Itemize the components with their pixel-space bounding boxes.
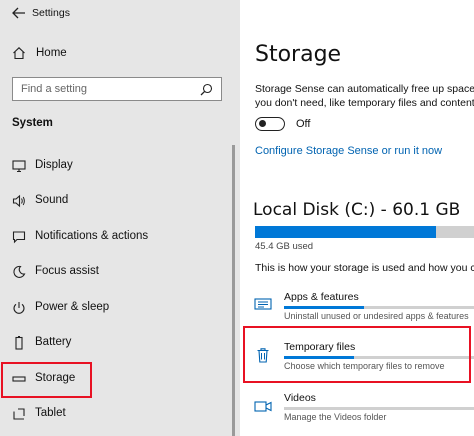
sidebar-item-label: Display bbox=[35, 159, 73, 171]
storage-sense-description: Storage Sense can automatically free up … bbox=[255, 82, 474, 110]
back-button[interactable] bbox=[10, 5, 28, 21]
section-title: System bbox=[12, 117, 53, 129]
sidebar-item-notifications[interactable]: Notifications & actions bbox=[0, 221, 232, 253]
search-box[interactable] bbox=[12, 77, 222, 101]
display-icon bbox=[12, 160, 26, 173]
category-usage-bar bbox=[284, 407, 474, 410]
search-icon[interactable] bbox=[200, 83, 213, 96]
sidebar-item-label: Sound bbox=[35, 194, 69, 206]
sidebar-item-label: Battery bbox=[35, 336, 72, 348]
focus-assist-icon bbox=[13, 265, 26, 278]
disk-usage-bar bbox=[255, 226, 474, 238]
category-usage-fill bbox=[284, 306, 364, 309]
storage-sense-toggle[interactable] bbox=[255, 117, 285, 131]
apps-features-icon bbox=[254, 298, 272, 310]
videos-icon bbox=[254, 401, 272, 412]
category-sublabel: Uninstall unused or undesired apps & fea… bbox=[284, 311, 469, 321]
toggle-state-label: Off bbox=[296, 118, 311, 130]
sidebar-item-sound[interactable]: Sound bbox=[0, 185, 232, 217]
disk-usage-fill bbox=[255, 226, 437, 238]
sound-icon bbox=[12, 194, 25, 208]
power-icon bbox=[13, 302, 25, 314]
sidebar-item-label: Notifications & actions bbox=[35, 230, 149, 242]
title-bar: Settings bbox=[0, 0, 240, 28]
sidebar-item-label: Tablet bbox=[35, 407, 66, 419]
home-nav-item[interactable]: Home bbox=[0, 40, 240, 68]
sidebar-scrollbar[interactable] bbox=[232, 145, 235, 436]
sidebar-item-label: Focus assist bbox=[35, 265, 99, 277]
category-label: Videos bbox=[284, 392, 316, 404]
home-icon bbox=[13, 47, 25, 60]
sidebar-item-tablet[interactable]: Tablet bbox=[0, 398, 232, 430]
sidebar-item-power-sleep[interactable]: Power & sleep bbox=[0, 292, 232, 324]
configure-storage-sense-link[interactable]: Configure Storage Sense or run it now bbox=[255, 145, 442, 157]
category-videos[interactable]: Videos Manage the Videos folder bbox=[240, 388, 474, 432]
toggle-knob bbox=[259, 120, 266, 127]
description-line: Storage Sense can automatically free up … bbox=[255, 83, 474, 95]
category-sublabel: Manage the Videos folder bbox=[284, 412, 387, 422]
category-apps-features[interactable]: Apps & features Uninstall unused or unde… bbox=[240, 287, 474, 331]
disk-used-label: 45.4 GB used bbox=[255, 241, 314, 252]
search-input[interactable] bbox=[13, 78, 193, 100]
sidebar-item-battery[interactable]: Battery bbox=[0, 327, 232, 359]
description-line: you don't need, like temporary files and… bbox=[255, 97, 474, 109]
page-title: Storage bbox=[255, 42, 342, 67]
sidebar-item-focus-assist[interactable]: Focus assist bbox=[0, 256, 232, 288]
sidebar-item-display[interactable]: Display bbox=[0, 150, 232, 182]
battery-icon bbox=[15, 336, 23, 350]
home-label: Home bbox=[36, 47, 67, 59]
window-title: Settings bbox=[32, 7, 70, 19]
back-arrow-icon bbox=[12, 7, 25, 19]
sidebar-item-label: Power & sleep bbox=[35, 301, 110, 313]
tablet-icon bbox=[13, 408, 25, 420]
notifications-icon bbox=[12, 231, 26, 244]
category-usage-bar bbox=[284, 306, 474, 309]
storage-highlight-box bbox=[1, 362, 92, 398]
disk-title: Local Disk (C:) - 60.1 GB bbox=[253, 200, 461, 220]
disk-description: This is how your storage is used and how… bbox=[255, 262, 474, 274]
temporary-files-highlight-box bbox=[243, 326, 471, 383]
category-label: Apps & features bbox=[284, 291, 359, 303]
